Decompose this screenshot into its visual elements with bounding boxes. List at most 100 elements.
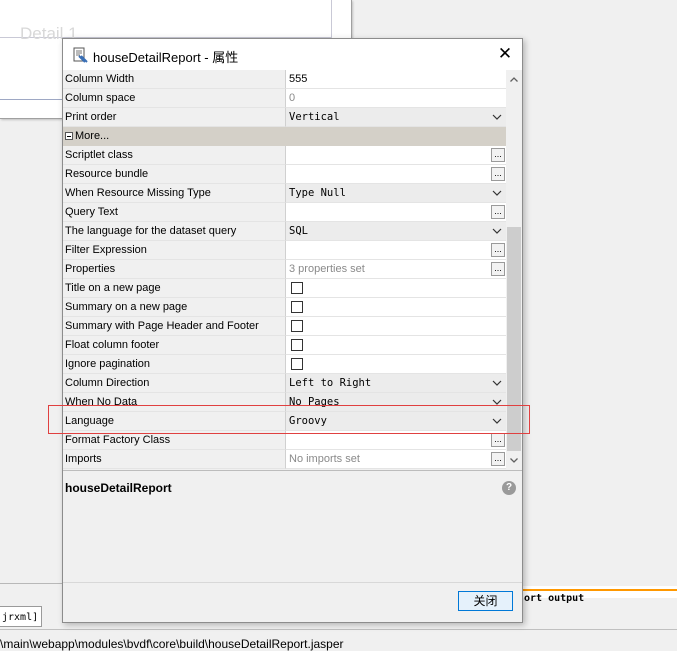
property-row-summary-with-page-header-and-footer[interactable]: Summary with Page Header and Footer: [63, 317, 506, 336]
property-name: Column space: [63, 89, 287, 108]
chevron-down-icon: [492, 380, 502, 386]
property-row-resource-bundle[interactable]: Resource bundle...: [63, 165, 506, 184]
property-row-print-order[interactable]: Print order Vertical: [63, 108, 506, 127]
ellipsis-button[interactable]: ...: [491, 243, 505, 257]
property-scrollbar[interactable]: [506, 70, 522, 470]
ellipsis-button[interactable]: ...: [491, 262, 505, 276]
property-name: Ignore pagination: [63, 355, 287, 374]
property-checkbox[interactable]: [291, 320, 303, 332]
property-name: Properties: [63, 260, 287, 279]
property-field[interactable]: ...: [285, 203, 506, 222]
property-select[interactable]: Groovy: [285, 412, 506, 431]
property-field[interactable]: ...: [285, 431, 506, 450]
property-row-when-resource-missing-type[interactable]: When Resource Missing Type Type Null: [63, 184, 506, 203]
property-row-float-column-footer[interactable]: Float column footer: [63, 336, 506, 355]
section-label: More...: [75, 130, 110, 142]
ellipsis-button[interactable]: ...: [491, 205, 505, 219]
property-row-imports[interactable]: Imports No imports set...: [63, 450, 506, 469]
scroll-up-icon[interactable]: [509, 75, 519, 85]
property-row-column-direction[interactable]: Column Direction Left to Right: [63, 374, 506, 393]
property-field: [285, 317, 506, 336]
property-row-column-width[interactable]: Column Width 555: [63, 70, 506, 89]
property-select[interactable]: Left to Right: [285, 374, 506, 393]
help-icon[interactable]: ?: [502, 481, 516, 495]
property-name: Column Width: [63, 70, 287, 89]
report-icon: [73, 47, 88, 63]
panel-divider: [0, 583, 62, 584]
property-name: Filter Expression: [63, 241, 287, 260]
property-select[interactable]: Vertical: [285, 108, 506, 127]
editor-tab-jrxml[interactable]: jrxml]: [0, 606, 42, 627]
property-name: Query Text: [63, 203, 287, 222]
property-select[interactable]: Type Null: [285, 184, 506, 203]
property-value: SQL: [289, 225, 308, 237]
property-row-filter-expression[interactable]: Filter Expression...: [63, 241, 506, 260]
properties-dialog: houseDetailReport - 属性 ✕ Column Width 555…: [62, 38, 523, 623]
property-field[interactable]: ...: [285, 146, 506, 165]
property-field[interactable]: 0: [285, 89, 506, 108]
property-field[interactable]: 555: [285, 70, 506, 89]
property-name: Print order: [63, 108, 287, 127]
ellipsis-button[interactable]: ...: [491, 452, 505, 466]
property-row-query-text[interactable]: Query Text...: [63, 203, 506, 222]
property-checkbox[interactable]: [291, 358, 303, 370]
ellipsis-button[interactable]: ...: [491, 148, 505, 162]
property-checkbox[interactable]: [291, 301, 303, 313]
chevron-down-icon: [492, 228, 502, 234]
property-field[interactable]: ...: [285, 165, 506, 184]
output-panel-accent: [523, 589, 677, 591]
property-value: No Pages: [289, 396, 340, 408]
property-checkbox[interactable]: [291, 339, 303, 351]
ellipsis-button[interactable]: ...: [491, 167, 505, 181]
close-button[interactable]: ✕: [493, 43, 517, 65]
property-name: When Resource Missing Type: [63, 184, 287, 203]
property-checkbox[interactable]: [291, 282, 303, 294]
ellipsis-button[interactable]: ...: [491, 433, 505, 447]
output-panel-title: ort output: [524, 593, 585, 604]
property-name: Float column footer: [63, 336, 287, 355]
property-row-title-on-a-new-page[interactable]: Title on a new page: [63, 279, 506, 298]
status-path: \main\webapp\modules\bvdf\core\build\hou…: [0, 637, 344, 651]
property-field: [285, 355, 506, 374]
property-field[interactable]: No imports set...: [285, 450, 506, 469]
section-more[interactable]: More...: [63, 127, 506, 146]
property-row-format-factory-class[interactable]: Format Factory Class...: [63, 431, 506, 450]
property-row-column-space[interactable]: Column space 0: [63, 89, 506, 108]
scroll-thumb[interactable]: [507, 227, 521, 451]
property-field: [285, 279, 506, 298]
chevron-down-icon: [492, 399, 502, 405]
property-name: Title on a new page: [63, 279, 287, 298]
property-field[interactable]: 3 properties set...: [285, 260, 506, 279]
collapse-icon[interactable]: [65, 132, 73, 140]
description-panel: houseDetailReport ?: [63, 470, 522, 583]
property-value: Groovy: [289, 415, 327, 427]
description-title: houseDetailReport: [65, 481, 172, 495]
property-row-language[interactable]: Language Groovy: [63, 412, 506, 431]
property-field[interactable]: ...: [285, 241, 506, 260]
property-field: [285, 298, 506, 317]
property-row-the-language-for-the-dataset-query[interactable]: The language for the dataset query SQL: [63, 222, 506, 241]
property-value: 555: [289, 73, 308, 85]
property-select[interactable]: No Pages: [285, 393, 506, 412]
property-value: 3 properties set: [289, 263, 365, 275]
property-row-properties[interactable]: Properties 3 properties set...: [63, 260, 506, 279]
property-name: Resource bundle: [63, 165, 287, 184]
chevron-down-icon: [492, 190, 502, 196]
property-name: Column Direction: [63, 374, 287, 393]
property-name: Language: [63, 412, 287, 431]
dialog-title: houseDetailReport - 属性: [93, 50, 239, 65]
property-row-ignore-pagination[interactable]: Ignore pagination: [63, 355, 506, 374]
property-row-summary-on-a-new-page[interactable]: Summary on a new page: [63, 298, 506, 317]
property-value: Left to Right: [289, 377, 372, 389]
property-row-scriptlet-class[interactable]: Scriptlet class...: [63, 146, 506, 165]
property-name: Imports: [63, 450, 287, 469]
dialog-titlebar[interactable]: houseDetailReport - 属性 ✕: [63, 39, 522, 70]
chevron-down-icon: [492, 418, 502, 424]
scroll-down-icon[interactable]: [509, 455, 519, 465]
property-field: [285, 336, 506, 355]
property-name: Summary on a new page: [63, 298, 287, 317]
close-dialog-button[interactable]: 关闭: [458, 591, 513, 611]
property-value: Type Null: [289, 187, 346, 199]
property-select[interactable]: SQL: [285, 222, 506, 241]
property-row-when-no-data[interactable]: When No Data No Pages: [63, 393, 506, 412]
